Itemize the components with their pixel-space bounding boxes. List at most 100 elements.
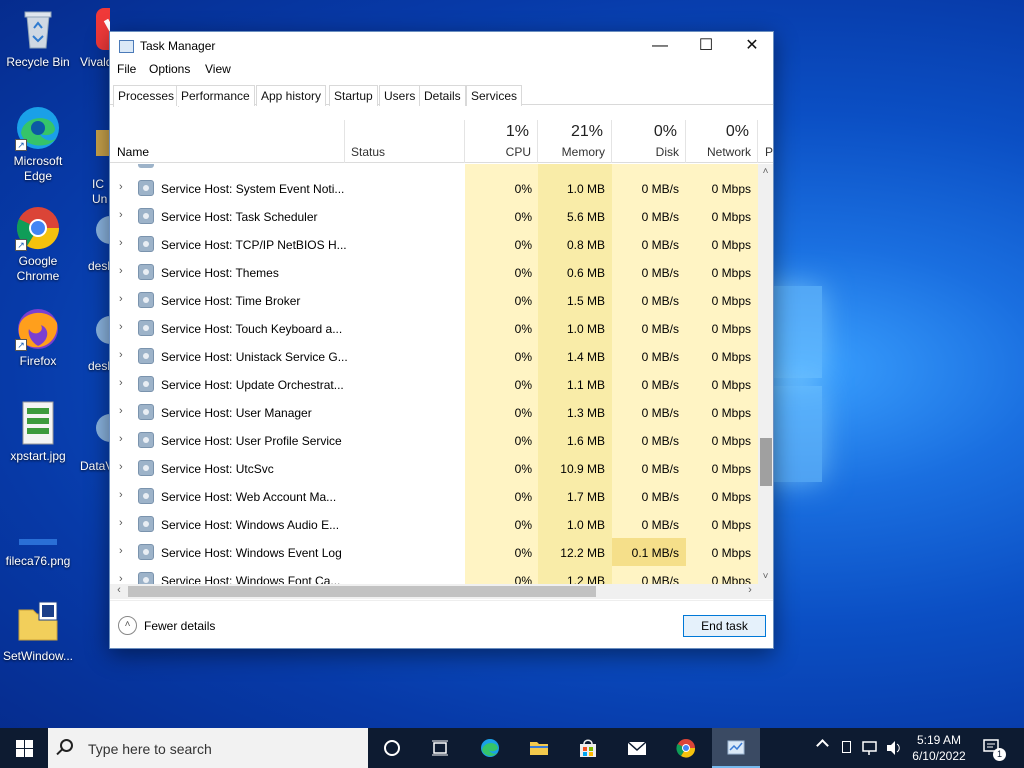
title-bar[interactable]: Task Manager — ☐ ✕ (110, 32, 773, 60)
network-icon[interactable] (860, 728, 880, 768)
desktop-icon-setwindow[interactable]: SetWindow... (0, 600, 76, 664)
desktop-icon-label: IC Un (92, 177, 108, 206)
tab-services[interactable]: Services (466, 85, 523, 106)
maximize-button[interactable]: ☐ (683, 32, 729, 60)
system-clock[interactable]: 5:19 AM 6/10/2022 (900, 732, 978, 764)
desktop-icon-datav[interactable]: DataV (78, 410, 110, 474)
scroll-right-icon[interactable]: › (743, 584, 757, 596)
column-header-disk[interactable]: 0% Disk (612, 120, 686, 163)
expand-chevron-icon[interactable]: › (119, 181, 123, 193)
task-view-button[interactable] (416, 728, 464, 768)
tab-processes[interactable]: Processes (113, 85, 180, 107)
table-row[interactable]: › Service Host: System Event Noti... 0% 1.0… (110, 174, 758, 202)
desktop-icon-desk-1[interactable]: desk (78, 210, 110, 274)
scroll-up-icon[interactable]: ˄ (758, 166, 773, 177)
expand-chevron-icon[interactable]: › (119, 265, 123, 277)
table-row[interactable]: › Service Host: Windows Font Ca... 0% 1.2 M… (110, 566, 758, 584)
cpu-value: 0% (514, 462, 532, 476)
table-row[interactable]: › Service Host: TCP/IP NetBIOS H... 0% 0.8 … (110, 230, 758, 258)
task-manager-window[interactable]: Task Manager — ☐ ✕ File Options View Pro… (109, 31, 774, 649)
table-row[interactable]: › Service Host: Windows Audio E... 0% 1.0 M… (110, 510, 758, 538)
table-row[interactable]: › Service Host: UtcSvc 0% 10.9 MB 0 MB/s 0 Mb… (110, 454, 758, 482)
process-name: Service Host: System Event Noti... (161, 182, 345, 196)
menu-view[interactable]: View (205, 62, 231, 76)
expand-chevron-icon[interactable]: › (119, 545, 123, 557)
table-row[interactable]: › Service Host: Task Scheduler 0% 5.6 MB 0 M… (110, 202, 758, 230)
minimize-button[interactable]: — (637, 32, 683, 60)
table-row[interactable]: › Service Host: User Profile Service 0% 1.6… (110, 426, 758, 454)
desktop-icon-ic[interactable]: IC Un (78, 128, 110, 207)
expand-chevron-icon[interactable]: › (119, 461, 123, 473)
expand-chevron-icon[interactable]: › (119, 237, 123, 249)
desktop-icon-recycle-bin[interactable]: Recycle Bin (0, 6, 76, 70)
cortana-button[interactable] (368, 728, 416, 768)
network-value: 0 Mbps (711, 182, 751, 196)
column-header-status[interactable]: Status (345, 120, 465, 163)
tab-app-history[interactable]: App history (256, 85, 327, 106)
fewer-details-link[interactable]: Fewer details (144, 619, 215, 633)
scroll-left-icon[interactable]: ‹ (112, 584, 126, 596)
scroll-down-icon[interactable]: ˅ (758, 571, 773, 582)
expand-chevron-icon[interactable]: › (119, 489, 123, 501)
expand-chevron-icon[interactable]: › (119, 349, 123, 361)
taskbar-task-manager[interactable] (712, 728, 760, 768)
table-row[interactable]: › Service Host: Touch Keyboard a... 0% 1.0 … (110, 314, 758, 342)
desktop-icon-microsoft-edge[interactable]: ↗ Microsoft Edge (0, 105, 76, 184)
column-header-name[interactable]: Name (110, 120, 345, 163)
expand-chevron-icon[interactable]: › (119, 517, 123, 529)
desktop-icon-google-chrome[interactable]: ↗ Google Chrome (0, 205, 76, 284)
expand-chevron-icon[interactable]: › (119, 321, 123, 333)
expand-chevron-icon[interactable]: › (119, 293, 123, 305)
menu-file[interactable]: File (117, 62, 136, 76)
menu-options[interactable]: Options (149, 62, 190, 76)
table-row[interactable]: › Service Host: Windows Event Log 0% 12.2 M… (110, 538, 758, 566)
taskbar-search-box[interactable]: Type here to search (48, 728, 368, 768)
horizontal-scrollbar[interactable]: ‹ › (110, 584, 773, 599)
tab-users[interactable]: Users (379, 85, 421, 106)
tab-details[interactable]: Details (419, 85, 466, 106)
taskbar-store[interactable] (564, 728, 612, 768)
service-gear-icon (138, 236, 154, 252)
column-header-memory[interactable]: 21% Memory (538, 120, 612, 163)
table-row[interactable]: › Service Host: Update Orchestrat... 0% 1.1… (110, 370, 758, 398)
desktop-icon-label: Recycle Bin (6, 55, 70, 69)
desktop-icon-desk-2[interactable]: desk (78, 310, 110, 374)
service-gear-icon (138, 460, 154, 476)
horizontal-scroll-thumb[interactable] (128, 586, 596, 597)
tab-startup[interactable]: Startup (329, 85, 378, 106)
expand-chevron-icon[interactable]: › (119, 377, 123, 389)
end-task-button[interactable]: End task (683, 615, 766, 637)
notification-center-button[interactable]: 1 (982, 728, 1006, 768)
vertical-scrollbar[interactable]: ˄ ˅ (758, 164, 773, 584)
close-button[interactable]: ✕ (729, 32, 775, 60)
table-row[interactable]: › Service Host: Web Account Ma... 0% 1.7 MB… (110, 482, 758, 510)
tray-tablet-icon[interactable] (838, 728, 856, 768)
memory-value: 1.2 MB (566, 574, 605, 584)
process-list: › Service Host: System Event Noti... 0% 1.0… (110, 164, 758, 584)
taskbar-file-explorer[interactable] (515, 728, 563, 768)
column-header-network[interactable]: 0% Network (686, 120, 758, 163)
tray-overflow-chevron-icon[interactable] (812, 728, 834, 768)
desktop-icon-firefox[interactable]: ↗ Firefox (0, 305, 76, 369)
taskbar-edge[interactable] (466, 728, 514, 768)
table-row[interactable]: › Service Host: Time Broker 0% 1.5 MB 0 MB/s… (110, 286, 758, 314)
table-row[interactable]: › Service Host: User Manager 0% 1.3 MB 0 MB/… (110, 398, 758, 426)
column-header-cpu[interactable]: 1% CPU (465, 120, 538, 163)
desktop-icon-vivaldi[interactable]: Vivaldi (66, 6, 110, 70)
taskbar-chrome[interactable] (662, 728, 710, 768)
expand-chevron-icon[interactable]: › (119, 405, 123, 417)
vertical-scroll-thumb[interactable] (760, 438, 772, 486)
desktop-icon-xpstart[interactable]: xpstart.jpg (0, 400, 76, 464)
gear-icon (92, 410, 110, 456)
expand-chevron-icon[interactable]: › (119, 433, 123, 445)
desktop-icon-fileca76[interactable]: fileca76.png (0, 505, 76, 569)
chevron-up-circle-icon[interactable]: ˄ (118, 616, 137, 635)
expand-chevron-icon[interactable]: › (119, 573, 123, 584)
column-header-power[interactable]: P (758, 120, 773, 163)
table-row[interactable]: › Service Host: Unistack Service G... 0% 1.… (110, 342, 758, 370)
taskbar-mail[interactable] (613, 728, 661, 768)
table-row[interactable]: › Service Host: Themes 0% 0.6 MB 0 MB/s 0 Mbp… (110, 258, 758, 286)
start-button[interactable] (0, 728, 48, 768)
tab-performance[interactable]: Performance (176, 85, 255, 106)
expand-chevron-icon[interactable]: › (119, 209, 123, 221)
